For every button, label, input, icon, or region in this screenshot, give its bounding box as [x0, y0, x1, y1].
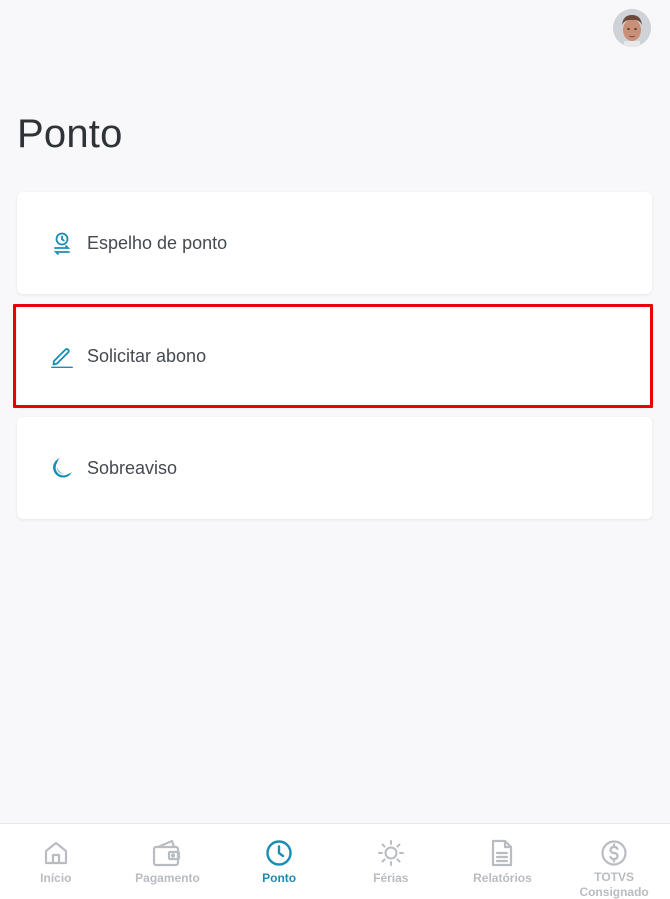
nav-item-ferias[interactable]: Férias [335, 824, 447, 899]
home-icon [41, 838, 71, 868]
bottom-navigation: Início Pagamento Ponto Férias Relatórios… [0, 823, 670, 899]
nav-label: Relatórios [473, 871, 532, 885]
dollar-coin-icon [599, 838, 629, 867]
nav-item-ponto[interactable]: Ponto [223, 824, 335, 899]
clock-transfer-icon [49, 230, 75, 256]
menu-item-sobreaviso[interactable]: Sobreaviso [17, 417, 652, 519]
pencil-icon [49, 343, 75, 369]
ponto-page: Ponto Espelho de ponto Solicitar abono S… [0, 0, 670, 899]
nav-item-relatorios[interactable]: Relatórios [447, 824, 559, 899]
document-icon [487, 838, 517, 868]
moon-icon [49, 455, 75, 481]
wallet-icon [152, 838, 182, 868]
nav-item-totvs-consignado[interactable]: TOTVS Consignado [558, 824, 670, 899]
nav-label: Pagamento [135, 871, 200, 885]
nav-label: Férias [373, 871, 409, 885]
nav-label: TOTVS Consignado [579, 870, 649, 899]
user-avatar[interactable] [613, 9, 651, 47]
menu-item-espelho-de-ponto[interactable]: Espelho de ponto [17, 192, 652, 294]
nav-label: Início [40, 871, 72, 885]
menu-item-label: Espelho de ponto [87, 232, 228, 253]
menu-item-solicitar-abono[interactable]: Solicitar abono [17, 305, 652, 407]
menu-item-label: Solicitar abono [87, 345, 207, 366]
nav-item-inicio[interactable]: Início [0, 824, 112, 899]
sun-icon [376, 838, 406, 868]
menu-item-label: Sobreaviso [87, 457, 178, 478]
nav-label: Ponto [262, 871, 297, 885]
page-title: Ponto [17, 112, 123, 156]
nav-item-pagamento[interactable]: Pagamento [112, 824, 224, 899]
clock-icon [264, 838, 294, 868]
